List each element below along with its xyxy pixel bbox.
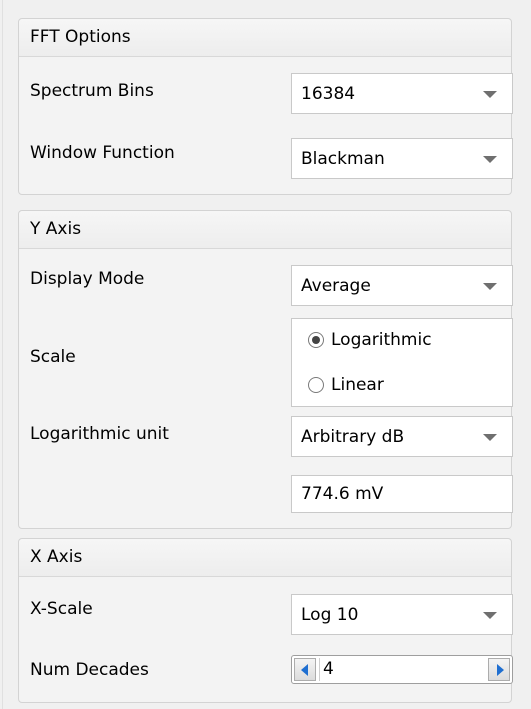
spinner-separator xyxy=(319,658,320,681)
scale-radio-group: Logarithmic Linear xyxy=(291,318,513,407)
y-axis-group: Y Axis Display Mode Average Scale Logari… xyxy=(18,210,513,529)
radio-linear-label[interactable]: Linear xyxy=(331,374,384,396)
window-function-dropdown[interactable]: Blackman xyxy=(291,138,513,179)
dropdown-arrow-icon xyxy=(483,612,497,619)
num-decades-value[interactable]: 4 xyxy=(323,658,334,680)
log-unit-value: Arbitrary dB xyxy=(301,427,405,447)
display-mode-label: Display Mode xyxy=(30,269,145,289)
dropdown-arrow-icon xyxy=(483,283,497,290)
window-function-label: Window Function xyxy=(30,143,175,163)
spectrum-bins-dropdown[interactable]: 16384 xyxy=(291,73,513,114)
dropdown-arrow-icon xyxy=(483,91,497,98)
fft-options-group: FFT Options Spectrum Bins 16384 Window F… xyxy=(18,18,513,195)
spectrum-bins-value: 16384 xyxy=(301,84,356,104)
scale-label: Scale xyxy=(30,347,76,367)
dropdown-arrow-icon xyxy=(483,434,497,441)
num-decades-spinner[interactable]: 4 xyxy=(291,655,513,684)
x-scale-value: Log 10 xyxy=(301,605,359,625)
reference-voltage-value: 774.6 mV xyxy=(301,484,384,504)
left-divider xyxy=(2,0,3,709)
reference-voltage-field[interactable]: 774.6 mV xyxy=(291,475,513,513)
x-scale-label: X-Scale xyxy=(30,599,93,619)
window-function-value: Blackman xyxy=(301,149,385,169)
radio-linear[interactable] xyxy=(308,377,324,393)
left-arrow-icon xyxy=(301,664,308,676)
num-decades-label: Num Decades xyxy=(30,660,149,680)
display-mode-value: Average xyxy=(301,276,371,296)
decrement-button[interactable] xyxy=(294,658,316,681)
fft-options-header: FFT Options xyxy=(19,19,511,57)
x-axis-group: X Axis X-Scale Log 10 Num Decades 4 xyxy=(18,538,513,703)
right-arrow-icon xyxy=(497,664,504,676)
display-mode-dropdown[interactable]: Average xyxy=(291,265,513,306)
log-unit-label: Logarithmic unit xyxy=(30,424,169,444)
spectrum-bins-label: Spectrum Bins xyxy=(30,81,154,101)
radio-logarithmic-label[interactable]: Logarithmic xyxy=(331,329,432,351)
y-axis-header: Y Axis xyxy=(19,211,511,249)
radio-logarithmic[interactable] xyxy=(308,332,324,348)
x-scale-dropdown[interactable]: Log 10 xyxy=(291,594,513,635)
x-axis-header: X Axis xyxy=(19,539,511,577)
increment-button[interactable] xyxy=(488,658,510,681)
log-unit-dropdown[interactable]: Arbitrary dB xyxy=(291,416,513,457)
dropdown-arrow-icon xyxy=(483,156,497,163)
